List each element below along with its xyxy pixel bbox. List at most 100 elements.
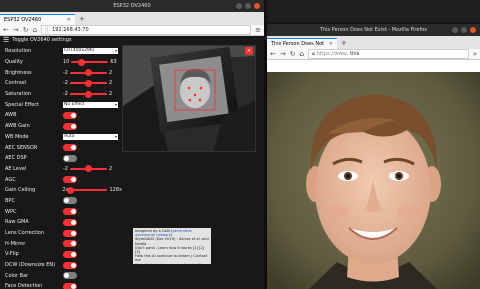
close-window-button[interactable] — [254, 3, 260, 9]
setting-label: Color Bar — [5, 272, 29, 279]
close-stream-button[interactable]: × — [245, 47, 253, 55]
wpc-toggle[interactable] — [63, 208, 77, 216]
reload-icon[interactable]: ↻ — [290, 49, 296, 60]
home-icon[interactable]: ⌂ — [33, 25, 37, 36]
quality-slider[interactable]: 10 63 — [63, 58, 117, 66]
toggle-knob — [64, 273, 69, 279]
generated-face-image — [267, 72, 480, 289]
setting-row-special-effect: Special Effect No Effect — [0, 99, 122, 110]
gain-ceiling-slider[interactable]: 2x 128x — [62, 186, 122, 194]
slider-track[interactable] — [70, 165, 107, 173]
toggle-knob — [71, 145, 76, 151]
setting-label: Saturation — [5, 91, 32, 98]
window-titlebar: ESP32 OV2460 — [0, 0, 264, 12]
slider-track[interactable] — [70, 90, 107, 98]
setting-label: H-Mirror — [5, 240, 26, 247]
reload-icon[interactable]: ↻ — [23, 25, 29, 36]
ae-level-slider[interactable]: -2 2 — [63, 165, 112, 173]
setting-label: DCW (Downsize EN) — [5, 262, 56, 269]
slider-thumb[interactable] — [85, 165, 92, 173]
aec-dsp-toggle[interactable] — [63, 154, 77, 162]
minimize-button[interactable] — [452, 27, 458, 33]
caption-line: Code for training your own [original] [s… — [135, 262, 201, 271]
v-flip-toggle[interactable] — [63, 250, 77, 258]
back-icon[interactable]: ← — [270, 49, 276, 60]
caption-line: Don't panic. Learn how it works [1] [2] … — [135, 245, 205, 255]
h-mirror-toggle[interactable] — [63, 240, 77, 248]
toggle-knob — [71, 123, 76, 129]
minimize-button[interactable] — [236, 3, 242, 9]
awb-toggle[interactable] — [63, 111, 77, 119]
slider-track[interactable] — [66, 186, 108, 194]
setting-row-contrast: Contrast -2 2 — [0, 78, 122, 89]
wb-mode-select[interactable]: Auto — [63, 133, 118, 140]
slider-thumb[interactable] — [85, 69, 92, 77]
slider-min: 10 — [63, 59, 70, 66]
slider-max: 2 — [109, 91, 113, 98]
address-bar[interactable]: ⓘ 192.168.43.70 — [41, 25, 252, 35]
tab-this-person[interactable]: This Person Does Not E ✕ — [267, 38, 337, 49]
resolution-select[interactable]: CIF(400x296) — [63, 48, 118, 55]
slider-track[interactable] — [71, 58, 109, 66]
maximize-button[interactable] — [461, 27, 467, 33]
slider-track[interactable] — [70, 69, 107, 77]
tab-strip: ESP32 OV2460 ✕ + — [0, 12, 264, 25]
address-bar[interactable]: 🔒︎ https://www. this — [308, 49, 469, 59]
saturation-slider[interactable]: -2 2 — [63, 90, 113, 98]
caption-line: Help this AI continue to dream | Contact… — [135, 254, 208, 263]
brightness-slider[interactable]: -2 2 — [63, 69, 113, 77]
toggle-knob — [71, 177, 76, 183]
tab-esp32[interactable]: ESP32 OV2460 ✕ — [0, 14, 75, 25]
close-tab-icon[interactable]: ✕ — [329, 39, 333, 50]
hamburger-icon[interactable]: ☰ — [3, 37, 9, 44]
face-portrait — [267, 72, 480, 289]
close-window-button[interactable] — [470, 27, 476, 33]
setting-label: V-Flip — [5, 251, 19, 258]
settings-toggle[interactable]: ☰ Toggle OV2640 settings — [0, 36, 264, 45]
slider-min: -2 — [63, 165, 68, 172]
face-detection-toggle[interactable] — [63, 282, 77, 289]
special-effect-select[interactable]: No Effect — [63, 101, 118, 108]
navigation-bar: ← → ↻ ⌂ 🔒︎ https://www. this » — [267, 49, 480, 60]
forward-icon[interactable]: → — [13, 25, 19, 36]
home-icon[interactable]: ⌂ — [300, 49, 304, 60]
setting-row-v-flip: V-Flip — [0, 249, 122, 260]
setting-label: BPC — [5, 197, 15, 204]
setting-label: AGC — [5, 176, 16, 183]
dcw-downsize-en-toggle[interactable] — [63, 261, 77, 269]
slider-thumb[interactable] — [66, 186, 74, 194]
bpc-toggle[interactable] — [63, 197, 77, 205]
forward-icon[interactable]: → — [280, 49, 286, 60]
toggle-knob — [71, 112, 76, 118]
awb-gain-toggle[interactable] — [63, 122, 77, 130]
agc-toggle[interactable] — [63, 176, 77, 184]
setting-label: AE Level — [5, 165, 27, 172]
toggle-knob — [71, 251, 76, 257]
slider-thumb[interactable] — [77, 58, 85, 66]
slider-thumb[interactable] — [85, 90, 92, 98]
new-tab-button[interactable]: + — [337, 38, 351, 49]
slider-thumb[interactable] — [85, 79, 92, 87]
camera-frame-image — [123, 46, 255, 151]
slider-max: 2 — [109, 69, 113, 76]
back-icon[interactable]: ← — [3, 25, 9, 36]
contrast-slider[interactable]: -2 2 — [63, 79, 112, 87]
maximize-button[interactable] — [245, 3, 251, 9]
lens-correction-toggle[interactable] — [63, 229, 77, 237]
raw-gma-toggle[interactable] — [63, 218, 77, 226]
setting-row-dcw-downsize-en: DCW (Downsize EN) — [0, 260, 122, 271]
address-host: this — [350, 51, 360, 57]
menu-icon[interactable]: ≡ — [255, 26, 261, 34]
setting-row-awb-gain: AWB Gain — [0, 121, 122, 132]
toggle-knob — [64, 155, 69, 161]
setting-row-aec-dsp: AEC DSP — [0, 153, 122, 164]
new-tab-button[interactable]: + — [75, 14, 89, 25]
toggle-knob — [71, 241, 76, 247]
color-bar-toggle[interactable] — [63, 272, 77, 280]
menu-icon[interactable]: » — [473, 50, 477, 58]
setting-row-awb: AWB — [0, 110, 122, 121]
aec-sensor-toggle[interactable] — [63, 144, 77, 152]
esp32-browser-window: ESP32 OV2460 ESP32 OV2460 ✕ + ← → ↻ ⌂ ⓘ … — [0, 0, 264, 289]
slider-track[interactable] — [70, 79, 107, 87]
close-tab-icon[interactable]: ✕ — [67, 15, 71, 26]
